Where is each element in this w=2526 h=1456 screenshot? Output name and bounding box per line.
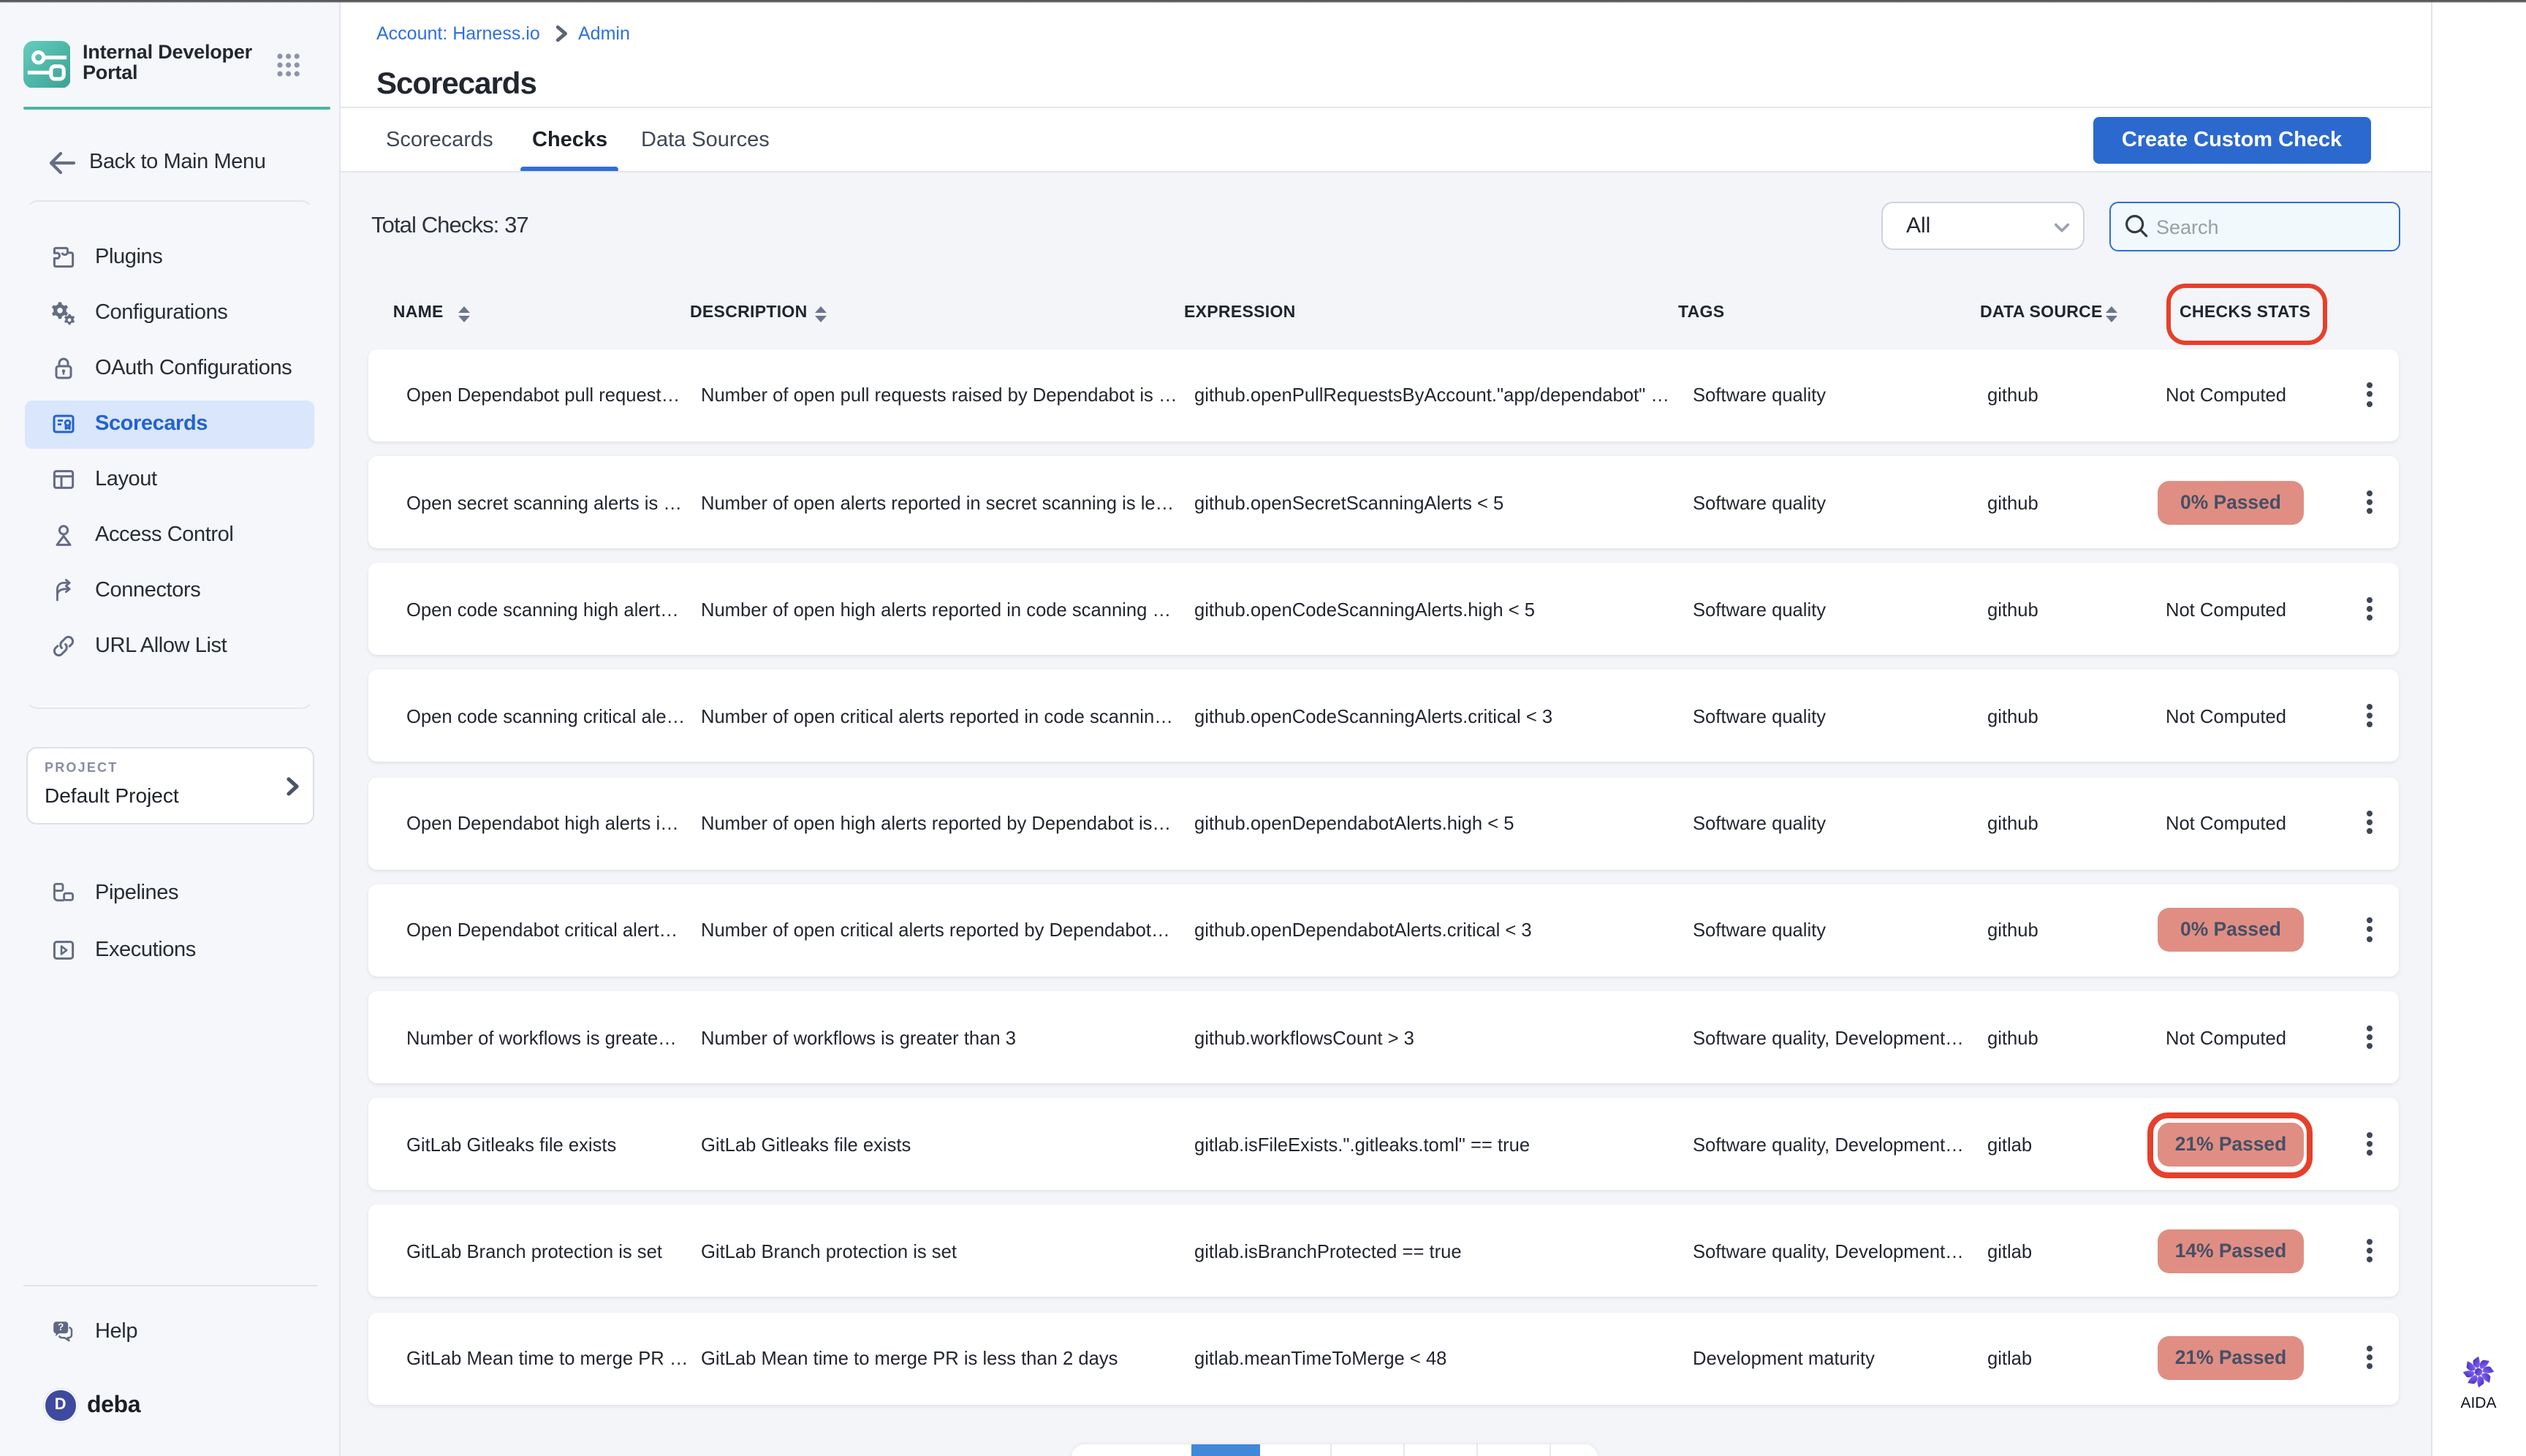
svg-text:?: ? — [57, 1322, 63, 1332]
